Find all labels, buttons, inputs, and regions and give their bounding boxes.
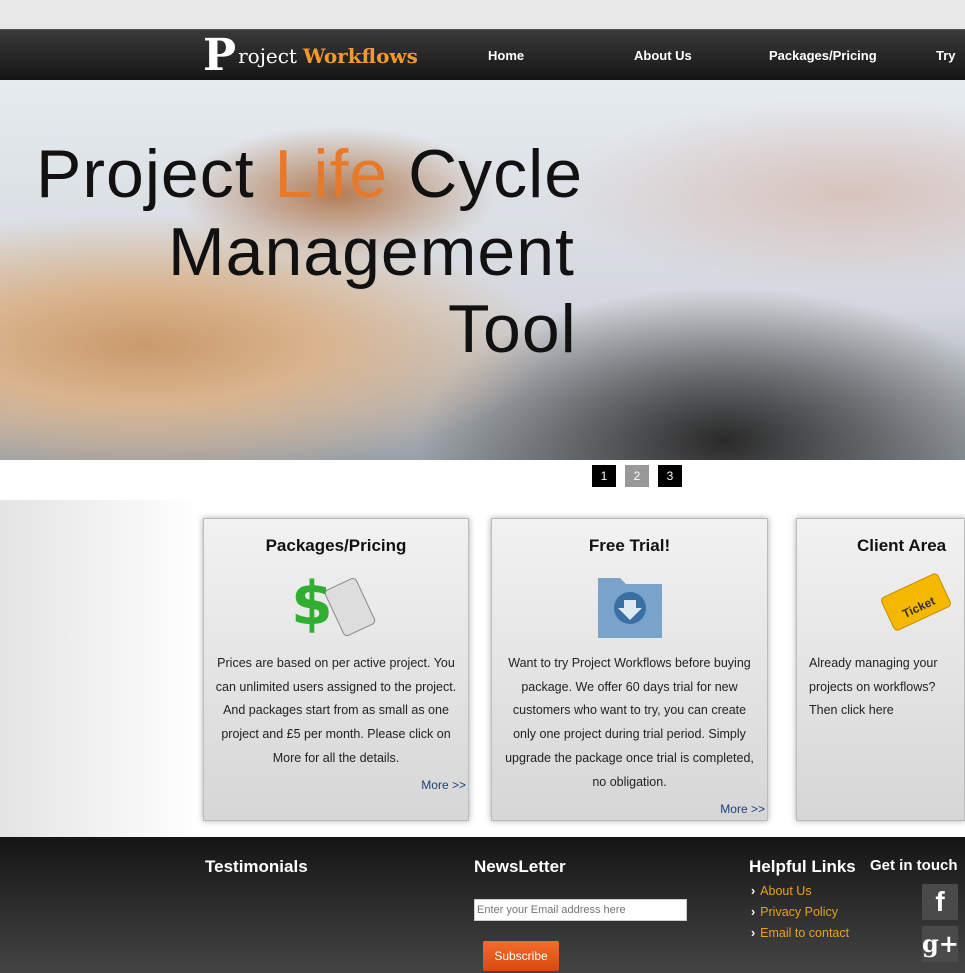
card-title: Packages/Pricing [265,536,407,555]
logo-text-accent: Workflows [302,44,418,68]
nav-try[interactable]: Try [936,48,956,63]
hero-banner: Project Life Cycle Management Tool [0,80,965,460]
logo[interactable]: P roject Workflows [203,33,418,79]
card-client-area: Client Area Ticket Already managing your… [796,518,965,821]
facebook-icon[interactable]: f [922,884,958,920]
slide-1-button[interactable]: 1 [592,465,616,487]
card-text: Already managing your projects on workfl… [809,656,938,718]
card-title: Free Trial! [588,536,671,555]
card-packages: Packages/Pricing $ Prices are based on p… [203,518,469,821]
slide-3-button[interactable]: 3 [658,465,682,487]
google-plus-icon[interactable]: g+ [922,926,959,962]
left-fade [0,500,200,837]
nav-home[interactable]: Home [488,48,524,63]
card-free-trial: Free Trial! Want to try Project Workflow… [491,518,768,821]
logo-p: P [203,30,237,81]
link-privacy-policy[interactable]: › Privacy Policy [751,905,849,919]
get-in-touch-heading: Get in touch [870,857,958,874]
nav-about-us[interactable]: About Us [634,48,692,63]
navbar: P roject Workflows Home About Us Package… [0,29,965,80]
card-text: Want to try Project Workflows before buy… [505,656,754,789]
card-title: Client Area [857,536,947,555]
svg-text:$: $ [291,569,333,639]
browser-top-strip [0,0,965,29]
logo-text: roject [238,44,297,68]
subscribe-button[interactable]: Subscribe [483,941,559,971]
newsletter-email-input[interactable] [474,899,687,921]
card-text: Prices are based on per active project. … [215,656,457,765]
helpful-links-heading: Helpful Links [749,857,856,876]
nav-packages-pricing[interactable]: Packages/Pricing [769,48,877,63]
slide-2-button[interactable]: 2 [625,465,649,487]
hero-line1: Project Life Cycle [36,136,584,212]
link-about-us[interactable]: › About Us [751,884,849,898]
helpful-links: › About Us › Privacy Policy › Email to cont… [751,884,849,947]
more-link[interactable]: More >> [720,802,765,816]
money-icon: $ [291,564,381,642]
download-folder-icon [585,564,675,642]
more-link[interactable]: More >> [421,778,466,792]
newsletter-heading: NewsLetter [474,857,566,876]
testimonials-heading: Testimonials [205,857,308,876]
link-email-contact[interactable]: › Email to contact [751,926,849,940]
footer: Testimonials NewsLetter Subscribe Helpfu… [0,837,965,973]
ticket-icon: Ticket [877,564,957,642]
hero-line2: Management [168,214,575,290]
slider-pagination: 1 2 3 [592,465,682,487]
hero-line3: Tool [448,291,577,367]
